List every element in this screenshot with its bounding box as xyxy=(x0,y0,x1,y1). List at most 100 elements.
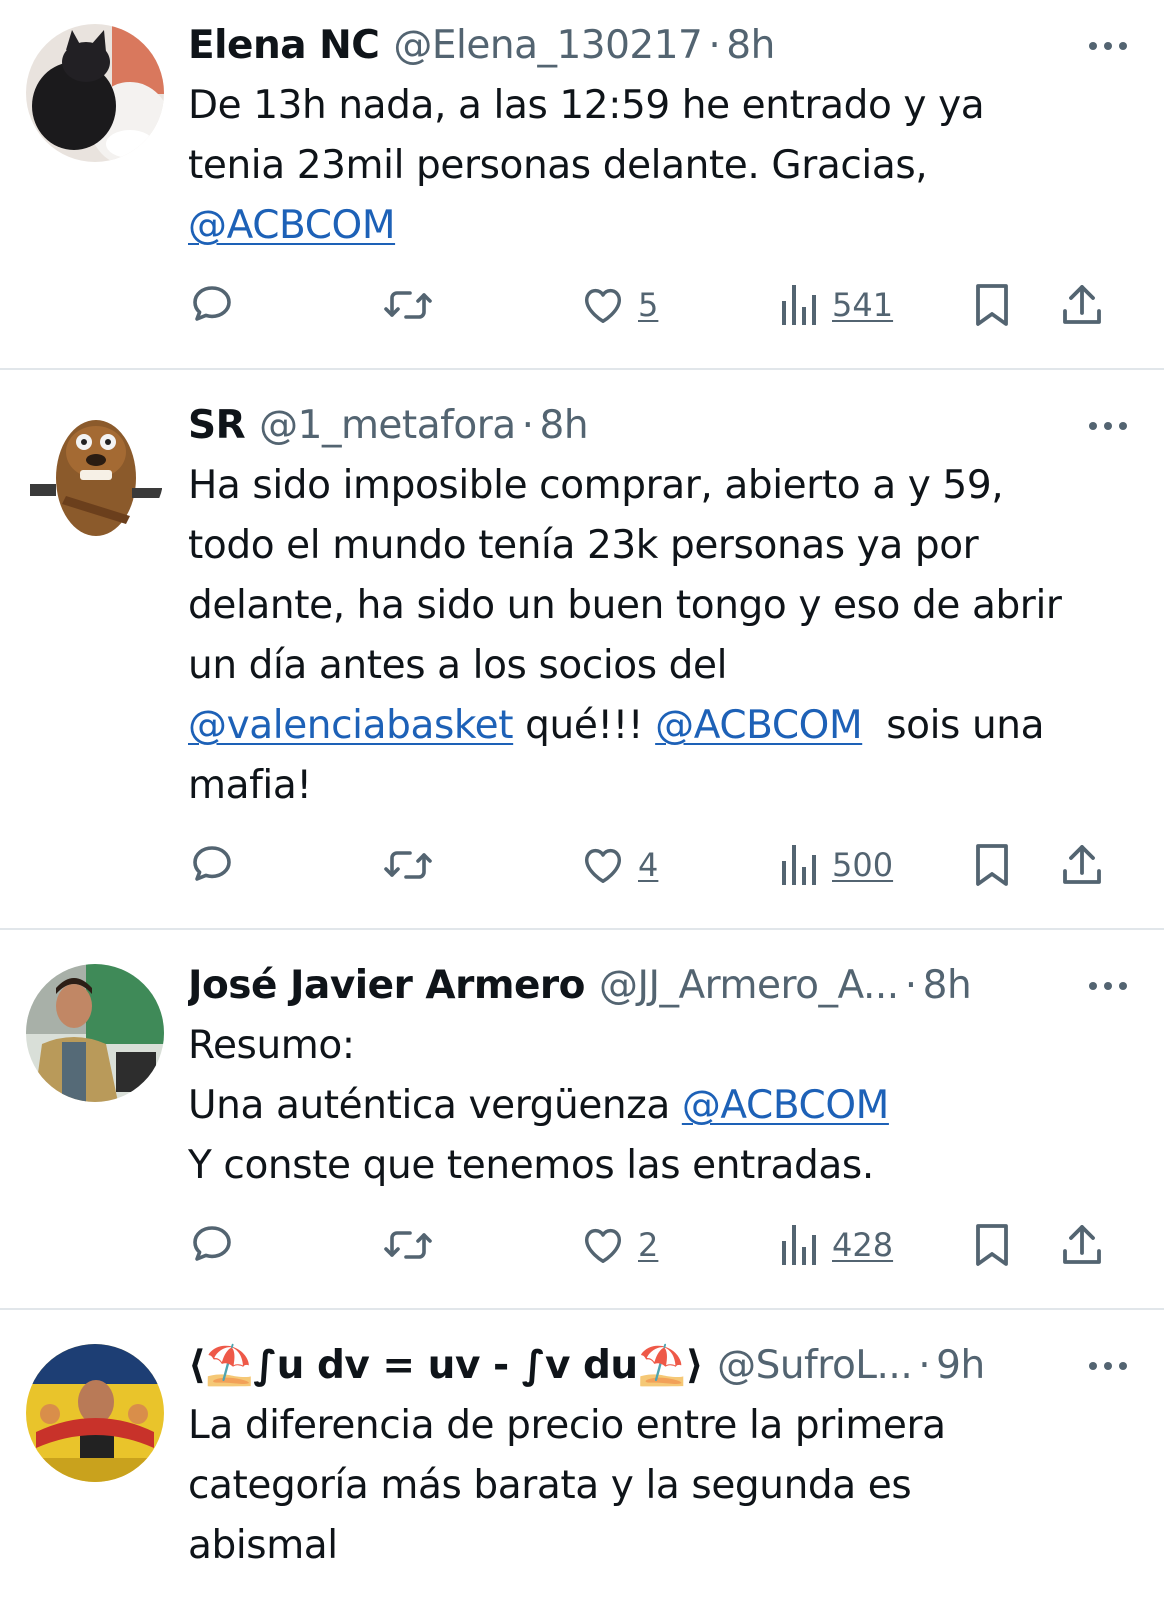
tweet-text-segment: De 13h nada, a las 12:59 he entrado y ya… xyxy=(188,83,985,188)
share-button[interactable] xyxy=(1060,280,1104,330)
separator-dot: · xyxy=(918,1343,931,1388)
like-button[interactable]: 2 xyxy=(580,1220,658,1270)
tweet-text-segment: Resumo: Una auténtica vergüenza xyxy=(188,1023,670,1128)
reply-button[interactable] xyxy=(188,840,236,890)
mention-link[interactable]: @ACBCOM xyxy=(655,703,862,748)
tweet[interactable]: Elena NC @Elena_130217 · 8h De 13h nada,… xyxy=(0,0,1164,370)
more-horizontal-dots-icon xyxy=(1089,1362,1127,1370)
mention-link[interactable]: @valenciabasket xyxy=(188,703,514,748)
view-count[interactable]: 500 xyxy=(832,846,893,884)
share-button[interactable] xyxy=(1060,840,1104,890)
tweet[interactable]: José Javier Armero @JJ_Armero_A... · 8h … xyxy=(0,930,1164,1310)
bookmark-button[interactable] xyxy=(972,280,1012,330)
user-handle[interactable]: @JJ_Armero_A... xyxy=(599,962,899,1010)
mention-link[interactable]: @ACBCOM xyxy=(682,1083,889,1128)
avatar[interactable] xyxy=(26,964,164,1102)
tweet-actions: 5 541 xyxy=(188,280,1130,330)
tweet-actions: 2 428 xyxy=(188,1220,1130,1270)
basketball-poster-avatar-image xyxy=(26,1344,164,1482)
view-count[interactable]: 541 xyxy=(832,286,893,324)
tweet-text: De 13h nada, a las 12:59 he entrado y ya… xyxy=(188,76,1130,256)
tweet-text-segment: La diferencia de precio entre la primera… xyxy=(188,1403,946,1568)
black-cat-avatar-image xyxy=(26,24,164,162)
avatar[interactable] xyxy=(26,1344,164,1482)
bar-chart-icon xyxy=(782,845,816,885)
timestamp[interactable]: 8h xyxy=(726,22,775,70)
more-options-button[interactable] xyxy=(1086,416,1130,436)
more-options-button[interactable] xyxy=(1086,36,1130,56)
avatar[interactable] xyxy=(26,404,164,542)
separator-dot: · xyxy=(904,963,917,1008)
view-count[interactable]: 428 xyxy=(832,1226,893,1264)
tweet-text: Ha sido imposible comprar, abierto a y 5… xyxy=(188,456,1130,816)
more-options-button[interactable] xyxy=(1086,1356,1130,1376)
retweet-arrows-icon xyxy=(384,851,432,879)
speech-bubble-icon xyxy=(193,846,231,881)
timestamp[interactable]: 9h xyxy=(936,1342,985,1390)
retweet-button[interactable] xyxy=(382,1220,434,1270)
reply-feed: Elena NC @Elena_130217 · 8h De 13h nada,… xyxy=(0,0,1164,1610)
speech-bubble-icon xyxy=(193,1226,231,1261)
bookmark-icon xyxy=(976,1224,1008,1266)
user-handle[interactable]: @1_metafora xyxy=(259,402,516,450)
user-handle[interactable]: @Elena_130217 xyxy=(393,22,702,70)
separator-dot: · xyxy=(708,23,721,68)
display-name[interactable]: José Javier Armero xyxy=(188,962,585,1010)
timestamp[interactable]: 8h xyxy=(540,402,589,450)
more-options-button[interactable] xyxy=(1086,976,1130,996)
bookmark-icon xyxy=(976,284,1008,326)
like-count[interactable]: 2 xyxy=(638,1226,658,1264)
like-count[interactable]: 4 xyxy=(638,846,658,884)
reply-button[interactable] xyxy=(188,1220,236,1270)
retweet-arrows-icon xyxy=(384,291,432,319)
tweet-header: José Javier Armero @JJ_Armero_A... · 8h xyxy=(188,962,1130,1010)
tweet-header: Elena NC @Elena_130217 · 8h xyxy=(188,22,1130,70)
like-button[interactable]: 4 xyxy=(580,840,658,890)
man-in-jacket-avatar-image xyxy=(26,964,164,1102)
retweet-button[interactable] xyxy=(382,840,434,890)
tweet[interactable]: ⟨⛱️∫u dv = uv - ∫v du⛱️⟩ @SufroL... · 9h… xyxy=(0,1310,1164,1610)
bookmark-icon xyxy=(976,844,1008,886)
tweet-text: Resumo: Una auténtica vergüenza @ACBCOM … xyxy=(188,1016,1130,1196)
user-handle[interactable]: @SufroL... xyxy=(717,1342,912,1390)
display-name[interactable]: SR xyxy=(188,402,246,450)
like-count[interactable]: 5 xyxy=(638,286,658,324)
timestamp[interactable]: 8h xyxy=(923,962,972,1010)
more-horizontal-dots-icon xyxy=(1089,42,1127,50)
tweet-text-segment: Ha sido imposible comprar, abierto a y 5… xyxy=(188,463,1062,688)
tweet-actions: 4 500 xyxy=(188,840,1130,890)
views-button[interactable]: 428 xyxy=(778,1220,893,1270)
more-horizontal-dots-icon xyxy=(1089,982,1127,990)
tweet-header: ⟨⛱️∫u dv = uv - ∫v du⛱️⟩ @SufroL... · 9h xyxy=(188,1342,1130,1390)
views-button[interactable]: 541 xyxy=(778,280,893,330)
share-upload-icon xyxy=(1063,285,1101,324)
bookmark-button[interactable] xyxy=(972,1220,1012,1270)
display-name[interactable]: ⟨⛱️∫u dv = uv - ∫v du⛱️⟩ xyxy=(188,1342,704,1390)
bar-chart-icon xyxy=(782,285,816,325)
mention-link[interactable]: @ACBCOM xyxy=(188,203,395,248)
more-horizontal-dots-icon xyxy=(1089,422,1127,430)
share-button[interactable] xyxy=(1060,1220,1104,1270)
tweet[interactable]: SR @1_metafora · 8h Ha sido imposible co… xyxy=(0,370,1164,930)
tweet-text-segment: Y conste que tenemos las entradas. xyxy=(188,1143,874,1188)
share-upload-icon xyxy=(1063,1225,1101,1264)
reply-button[interactable] xyxy=(188,280,236,330)
chewbacca-toy-avatar-image xyxy=(26,404,164,542)
tweet-text: La diferencia de precio entre la primera… xyxy=(188,1396,1130,1576)
retweet-arrows-icon xyxy=(384,1231,432,1259)
heart-icon xyxy=(584,288,622,324)
heart-icon xyxy=(584,1228,622,1264)
display-name[interactable]: Elena NC xyxy=(188,22,380,70)
tweet-header: SR @1_metafora · 8h xyxy=(188,402,1130,450)
heart-icon xyxy=(584,848,622,884)
bookmark-button[interactable] xyxy=(972,840,1012,890)
share-upload-icon xyxy=(1063,845,1101,884)
tweet-text-segment: qué!!! xyxy=(513,703,656,748)
retweet-button[interactable] xyxy=(382,280,434,330)
bar-chart-icon xyxy=(782,1225,816,1265)
avatar[interactable] xyxy=(26,24,164,162)
speech-bubble-icon xyxy=(193,286,231,321)
like-button[interactable]: 5 xyxy=(580,280,658,330)
separator-dot: · xyxy=(521,403,534,448)
views-button[interactable]: 500 xyxy=(778,840,893,890)
